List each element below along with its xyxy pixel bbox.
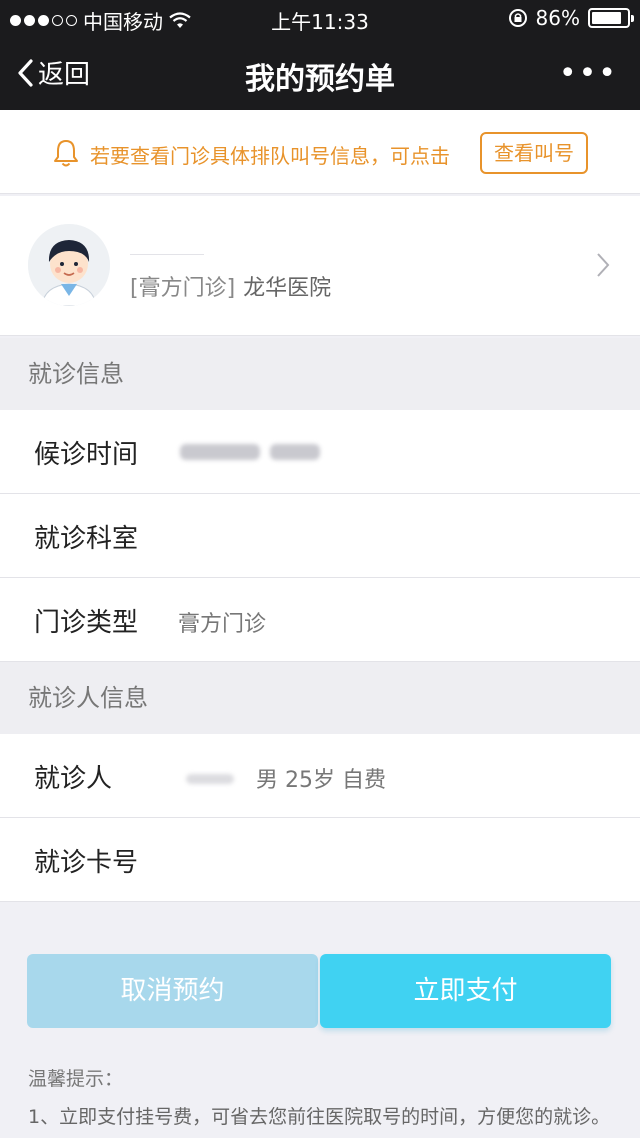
page-title: 我的预约单: [245, 62, 395, 97]
clinic-type-label: 门诊类型: [34, 608, 139, 638]
card-number-label: 就诊卡号: [34, 848, 139, 878]
clinic-type: [膏方门诊]: [130, 276, 236, 301]
visit-time-label: 候诊时间: [34, 440, 139, 470]
view-queue-button[interactable]: 查看叫号: [480, 132, 588, 174]
cancel-appointment-button[interactable]: 取消预约: [27, 954, 318, 1028]
hospital-name: 龙华医院: [243, 276, 332, 301]
visit-time-row: 候诊时间: [0, 410, 640, 494]
patient-card[interactable]: [膏方门诊] 龙华医院: [0, 196, 640, 336]
chevron-right-icon: [597, 253, 610, 277]
tips-title: 温馨提示：: [28, 1068, 124, 1090]
more-button[interactable]: •••: [559, 56, 618, 91]
patient-info-header: 就诊人信息: [0, 662, 640, 734]
patient-name-redacted: [186, 774, 234, 784]
patient-label: 就诊人: [34, 764, 113, 794]
queue-notice: 若要查看门诊具体排队叫号信息，可点击 查看叫号: [0, 110, 640, 194]
patient-name-divider: [130, 254, 204, 255]
notice-text: 若要查看门诊具体排队叫号信息，可点击: [90, 144, 450, 168]
visit-time-redacted-2: [270, 444, 320, 460]
patient-row: 就诊人 男 25岁 自费: [0, 734, 640, 818]
back-label: 返回: [38, 60, 91, 90]
visit-time-redacted: [180, 444, 260, 460]
department-label: 就诊科室: [34, 524, 139, 554]
status-bar: 中国移动 上午11:33 86%: [0, 0, 640, 36]
patient-clinic-info: [膏方门诊] 龙华医院: [130, 270, 331, 302]
status-right: 86%: [508, 6, 634, 30]
patient-value: 男 25岁 自费: [256, 768, 386, 793]
chevron-left-icon: [18, 58, 33, 87]
clinic-type-row: 门诊类型 膏方门诊: [0, 578, 640, 662]
tips-text: 1、立即支付挂号费，可省去您前往医院取号的时间，方便您的就诊。: [28, 1106, 611, 1128]
battery-fill: [592, 12, 622, 24]
clinic-type-value: 膏方门诊: [178, 612, 267, 637]
pay-now-button[interactable]: 立即支付: [320, 954, 611, 1028]
avatar: [28, 224, 110, 306]
nav-bar: 返回 我的预约单 •••: [0, 36, 640, 110]
card-number-row: 就诊卡号: [0, 818, 640, 902]
rotation-lock-icon: [508, 9, 527, 27]
bell-icon: [54, 140, 78, 167]
doctor-avatar-icon: [28, 224, 110, 306]
department-row: 就诊科室: [0, 494, 640, 578]
battery-icon: [588, 8, 634, 28]
battery-percent: 86%: [535, 6, 580, 30]
back-button[interactable]: 返回: [16, 54, 90, 91]
visit-info-header: 就诊信息: [0, 338, 640, 410]
